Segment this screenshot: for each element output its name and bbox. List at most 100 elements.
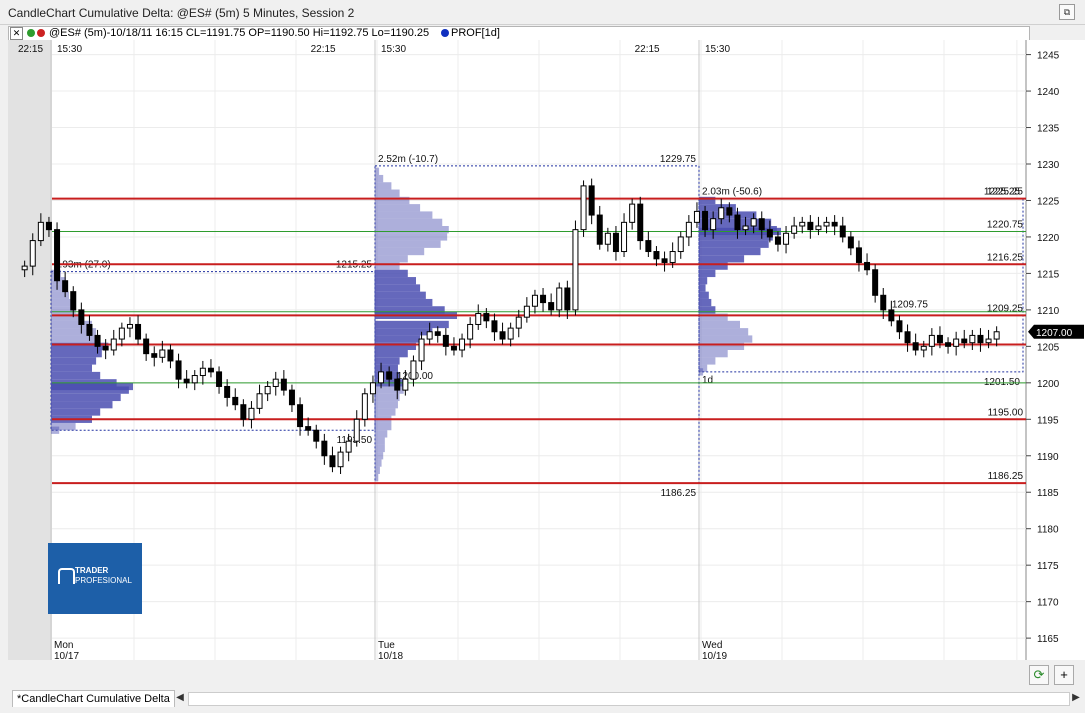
candle-body [896,320,903,333]
candle-body [507,327,514,340]
candle-body [216,371,223,387]
top-time-label: 22:15 [635,44,660,55]
candle-body [159,349,166,358]
candle-body [839,225,846,238]
candle-body [888,309,895,322]
candle-body [305,426,312,431]
profile-bar [375,357,400,365]
top-time-label: 15:30 [705,44,730,55]
candle-body [394,378,401,391]
price-tick-label: 1200 [1037,379,1060,390]
candle-body [718,207,725,220]
candle-body [499,331,506,340]
candle-body [637,203,644,242]
candle-body [207,367,214,373]
candle-body [353,418,360,442]
candle-body [297,404,304,428]
price-tick-label: 1245 [1037,51,1060,62]
profile-bar [51,386,129,394]
candle-body [791,225,798,234]
candle-body [953,338,960,347]
profile-bar [375,466,380,474]
horizontal-scrollbar[interactable] [188,692,1070,706]
logo-line-2: PROFESIONAL [75,576,132,585]
restore-icon[interactable]: ⧉ [1059,4,1075,20]
price-tick-label: 1235 [1037,124,1060,135]
candle-body [596,214,603,245]
day-date-label: 10/19 [702,651,727,661]
candle-body [766,229,773,238]
day-label: Tue [378,640,395,651]
session-low-label: 1186.25 [661,488,697,499]
red-status-icon [37,29,45,37]
candle-body [945,342,952,347]
candle-body [434,331,441,336]
candle-body [94,334,101,347]
close-icon[interactable]: ✕ [10,27,23,40]
profile-bar [375,291,426,299]
profile-bar [51,320,92,329]
candlestick-chart[interactable]: 1165 1170 1175 1180 1185 1190 1195 1200 1205 1210… [8,40,1085,688]
candle-body [418,338,425,362]
profile-bar [375,459,382,467]
candle-body [240,404,247,420]
profile-bar [699,277,708,285]
candle-body [977,334,984,344]
candle-body [426,331,433,340]
day-label: Mon [54,640,73,651]
profile-bar [699,298,712,307]
candle-body [280,378,287,391]
profile-bar [375,422,392,431]
candle-body [726,207,733,216]
candle-body [483,313,490,322]
candle-body [86,323,93,336]
candle-body [758,218,765,231]
candle-body [823,221,830,227]
candle-body [467,323,474,340]
candle-body [256,393,263,409]
scroll-right-icon[interactable]: ▶ [1070,691,1082,705]
candle-body [118,327,125,340]
candle-body [264,385,271,395]
profile-bar [375,182,392,190]
profile-bar [375,335,421,343]
tab-candlechart[interactable]: *CandleChart Cumulative Delta [12,690,175,707]
candle-body [70,291,77,311]
profile-bar [699,350,728,358]
candle-body [126,323,133,329]
profile-bar [375,430,388,438]
candle-body [774,236,781,245]
profile-bar [375,226,449,234]
price-tick-label: 1230 [1037,160,1060,171]
profile-bar [699,320,740,329]
candle-body [702,210,709,231]
session-header-label: 2.52m (-10.7) [378,154,438,165]
add-icon[interactable]: + [1054,665,1074,685]
candle-body [523,305,530,318]
price-tick-label: 1225 [1037,196,1060,207]
scroll-left-icon[interactable]: ◀ [174,691,186,705]
candle-body [143,338,150,355]
profile-bar [375,408,396,416]
candle-body [920,345,927,351]
chart-area[interactable]: 1165 1170 1175 1180 1185 1190 1195 1200 1205 1210… [8,40,1085,688]
candle-body [45,221,52,231]
profile-bar [699,247,761,256]
day-date-label: 10/18 [378,651,403,661]
profile-bar [375,174,384,183]
refresh-icon[interactable]: ⟳ [1029,665,1049,685]
day-date-label: 10/17 [54,651,79,661]
profile-bar [375,437,385,445]
profile-bar [699,328,749,336]
candle-body [321,440,328,457]
profile-bar [699,240,769,248]
profile-bar [51,335,101,343]
candle-body [21,265,28,271]
profile-bar [375,474,379,482]
level-label: 1225.25 [987,187,1024,198]
price-tick-label: 1165 [1037,634,1059,645]
top-time-label: 22:15 [311,44,336,55]
trader-profesional-logo: TRADER PROFESIONAL [48,543,142,614]
candle-body [491,320,498,333]
profile-bar [375,350,408,358]
